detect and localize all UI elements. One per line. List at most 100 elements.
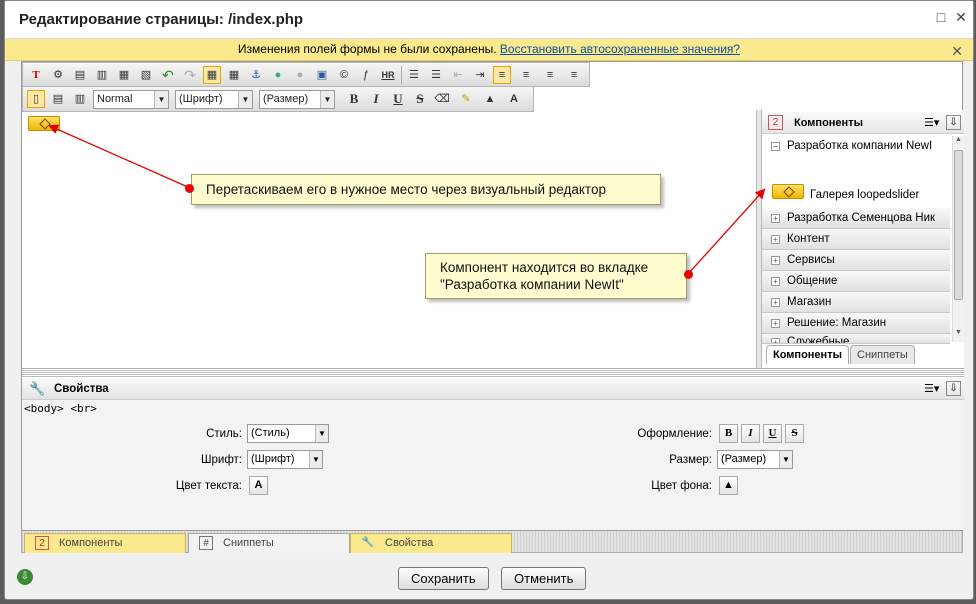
chevron-down-icon: ▼ bbox=[154, 91, 168, 108]
scroll-up-icon[interactable]: ▲ bbox=[953, 136, 964, 148]
autosave-icon[interactable]: ⇩ bbox=[17, 569, 33, 585]
restore-icon[interactable]: □ bbox=[933, 9, 949, 25]
expand-icon: + bbox=[771, 256, 780, 265]
ordered-list-icon[interactable]: ☰ bbox=[405, 66, 423, 84]
code-mode-icon[interactable]: ▤ bbox=[49, 90, 67, 108]
group-row[interactable]: + Магазин bbox=[762, 292, 950, 313]
breadcrumb-br[interactable]: <br> bbox=[70, 402, 97, 415]
bottom-tab-components[interactable]: 2 Компоненты bbox=[24, 533, 186, 553]
clean-format-icon[interactable]: ✎ bbox=[457, 90, 475, 108]
unordered-list-icon[interactable]: ☰ bbox=[427, 66, 445, 84]
strike-button[interactable]: S bbox=[411, 90, 429, 108]
bg-color-icon[interactable]: ▲ bbox=[719, 476, 738, 495]
tab-snippets[interactable]: Сниппеты bbox=[850, 345, 915, 364]
cancel-button[interactable]: Отменить bbox=[501, 567, 587, 590]
text-paste-icon[interactable]: ▦ bbox=[115, 66, 133, 84]
expand-icon: + bbox=[771, 319, 780, 328]
group-row[interactable]: + Контент bbox=[762, 229, 950, 250]
panel-menu-icon[interactable]: ☰▾ bbox=[924, 382, 939, 395]
close-icon[interactable]: ✕ bbox=[953, 9, 969, 25]
split-mode-icon[interactable]: ▥ bbox=[71, 90, 89, 108]
callout-drag-text: Перетаскиваем его в нужное место через в… bbox=[206, 182, 606, 197]
font-select[interactable]: (Шрифт) ▼ bbox=[175, 90, 253, 109]
bold-button[interactable]: B bbox=[345, 90, 363, 108]
components-panel-tabs: Компоненты Сниппеты bbox=[762, 344, 964, 366]
anchor-icon[interactable]: ⚓ bbox=[247, 66, 265, 84]
table-borders-icon[interactable]: ▦ bbox=[203, 66, 221, 84]
component-item[interactable]: Галерея loopedslider bbox=[772, 182, 950, 208]
components-scrollbar[interactable]: ▲ ▼ bbox=[952, 136, 964, 342]
table-icon[interactable]: ▦ bbox=[225, 66, 243, 84]
callout-dot bbox=[684, 270, 693, 279]
new-page-icon[interactable]: ▤ bbox=[71, 66, 89, 84]
group-row[interactable]: + Решение: Магазин bbox=[762, 313, 950, 334]
style-select[interactable]: (Стиль) ▼ bbox=[247, 424, 329, 443]
callout-dot bbox=[185, 184, 194, 193]
restore-autosave-link[interactable]: Восстановить автосохраненные значения? bbox=[500, 42, 740, 56]
edit-page-dialog: Редактирование страницы: /index.php □ ✕ … bbox=[4, 0, 974, 600]
group-expanded[interactable]: − Разработка компании NewI bbox=[762, 136, 950, 157]
size-prop-select[interactable]: (Размер) ▼ bbox=[717, 450, 793, 469]
wrench-icon: 🔧 bbox=[29, 381, 46, 396]
indent-icon[interactable]: ⇥ bbox=[471, 66, 489, 84]
settings-icon[interactable]: ⚙ bbox=[49, 66, 67, 84]
bottom-tab-properties[interactable]: 🔧 Свойства bbox=[350, 533, 512, 553]
italic-button[interactable]: I bbox=[367, 90, 385, 108]
word-paste-icon[interactable]: ▥ bbox=[93, 66, 111, 84]
panel-dock-icon[interactable]: ⇩ bbox=[946, 115, 961, 130]
font-prop-select[interactable]: (Шрифт) ▼ bbox=[247, 450, 323, 469]
link-icon[interactable]: ● bbox=[269, 66, 287, 84]
hr-icon[interactable]: HR bbox=[379, 66, 397, 84]
breadcrumb-body[interactable]: <body> bbox=[24, 402, 64, 415]
size-select[interactable]: (Размер) ▼ bbox=[259, 90, 335, 109]
align-left-icon[interactable]: ≡ bbox=[493, 66, 511, 84]
bold-button[interactable]: B bbox=[719, 424, 738, 443]
bg-color-icon[interactable]: ▲ bbox=[481, 90, 499, 108]
strike-button[interactable]: S bbox=[785, 424, 804, 443]
flash-icon[interactable]: ƒ bbox=[357, 66, 375, 84]
image-icon[interactable]: ▣ bbox=[313, 66, 331, 84]
snippet-icon: # bbox=[199, 536, 213, 550]
panel-dock-icon[interactable]: ⇩ bbox=[946, 381, 961, 396]
scrollbar-thumb[interactable] bbox=[954, 150, 963, 300]
unlink-icon[interactable]: ● bbox=[291, 66, 309, 84]
italic-button[interactable]: I bbox=[741, 424, 760, 443]
outdent-icon[interactable]: ⇤ bbox=[449, 66, 467, 84]
warning-close-icon[interactable]: ✕ bbox=[951, 41, 963, 61]
editor-canvas[interactable] bbox=[22, 112, 756, 367]
group-row[interactable]: + Сервисы bbox=[762, 250, 950, 271]
underline-button[interactable]: U bbox=[389, 90, 407, 108]
diamond-icon bbox=[783, 186, 795, 198]
placed-component-badge[interactable] bbox=[28, 116, 60, 131]
wysiwyg-mode-icon[interactable]: ▯ bbox=[27, 90, 45, 108]
horizontal-splitter[interactable] bbox=[22, 368, 964, 378]
diamond-icon bbox=[39, 118, 51, 130]
align-center-icon[interactable]: ≡ bbox=[517, 66, 535, 84]
text-color-icon[interactable]: A bbox=[505, 90, 523, 108]
group-row[interactable]: + Служебные bbox=[762, 334, 950, 344]
save-button[interactable]: Сохранить bbox=[398, 567, 489, 590]
html-paste-icon[interactable]: ▧ bbox=[137, 66, 155, 84]
scroll-down-icon[interactable]: ▼ bbox=[953, 329, 964, 341]
group-row[interactable]: + Разработка Семенцова Ник bbox=[762, 208, 950, 229]
copyright-icon[interactable]: © bbox=[335, 66, 353, 84]
redo-icon[interactable]: ↷ bbox=[181, 66, 199, 84]
panel-menu-icon[interactable]: ☰▾ bbox=[924, 116, 939, 129]
align-right-icon[interactable]: ≡ bbox=[541, 66, 559, 84]
bg-color-label: Цвет фона: bbox=[651, 480, 712, 492]
bottom-tab-snippets[interactable]: # Сниппеты bbox=[188, 533, 350, 553]
paragraph-style-select[interactable]: Normal ▼ bbox=[93, 90, 169, 109]
tab-components[interactable]: Компоненты bbox=[766, 345, 849, 364]
expand-icon: + bbox=[771, 298, 780, 307]
size-prop-value: (Размер) bbox=[721, 453, 767, 465]
align-justify-icon[interactable]: ≡ bbox=[565, 66, 583, 84]
properties-panel-title: Свойства bbox=[54, 383, 109, 395]
eraser-icon[interactable]: ⌫ bbox=[433, 90, 451, 108]
underline-button[interactable]: U bbox=[763, 424, 782, 443]
bottom-panel-tabs: 2 Компоненты # Сниппеты 🔧 Свойства bbox=[21, 531, 963, 553]
text-style-icon[interactable]: T bbox=[27, 66, 45, 84]
dialog-title: Редактирование страницы: /index.php bbox=[19, 11, 304, 28]
undo-icon[interactable]: ↶ bbox=[159, 66, 177, 84]
text-color-icon[interactable]: A bbox=[249, 476, 268, 495]
group-row[interactable]: + Общение bbox=[762, 271, 950, 292]
